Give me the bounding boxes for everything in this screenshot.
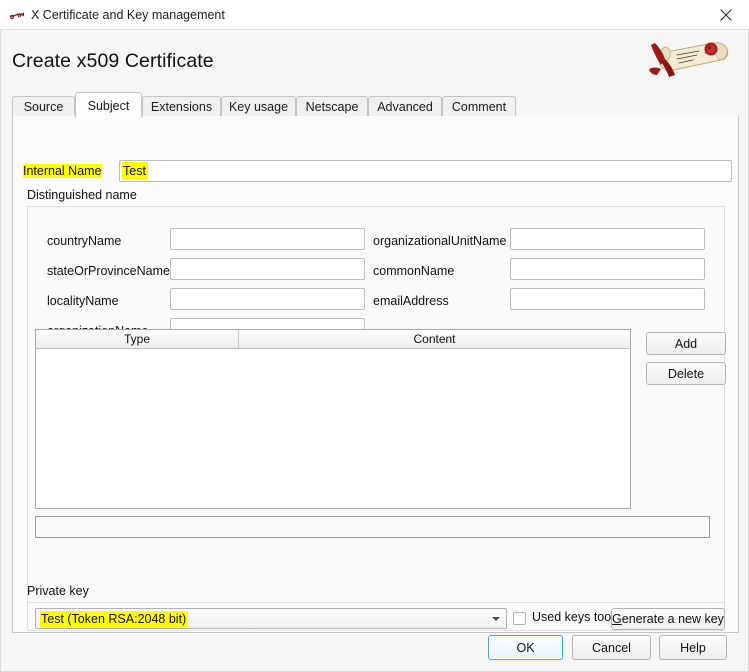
input-country-name[interactable] — [170, 228, 365, 250]
input-organizational-unit-name[interactable] — [510, 228, 705, 250]
tab-key-usage[interactable]: Key usage — [221, 96, 296, 117]
label-common-name: commonName — [373, 264, 455, 278]
private-key-title: Private key — [27, 584, 89, 598]
tab-extensions[interactable]: Extensions — [142, 96, 221, 117]
dialog-body: Create x509 Certificate Source Subject E… — [0, 30, 749, 672]
generate-key-mnemonic: G — [612, 612, 622, 626]
internal-name-row: Internal Name Test — [22, 160, 732, 182]
cancel-button[interactable]: Cancel — [572, 635, 651, 660]
used-keys-too-checkbox[interactable] — [513, 612, 526, 625]
tab-bar: Source Subject Extensions Key usage Nets… — [12, 92, 739, 118]
tab-netscape[interactable]: Netscape — [296, 96, 368, 117]
add-button[interactable]: Add — [646, 332, 726, 355]
title-bar: X Certificate and Key management — [0, 0, 749, 30]
label-locality-name: localityName — [47, 294, 119, 308]
input-common-name[interactable] — [510, 258, 705, 280]
ok-button[interactable]: OK — [488, 635, 563, 660]
input-email-address[interactable] — [510, 288, 705, 310]
page-title: Create x509 Certificate — [12, 50, 214, 72]
help-button[interactable]: Help — [659, 635, 727, 660]
distinguished-name-table: Type Content — [35, 329, 631, 509]
label-state-or-province-name: stateOrProvinceName — [47, 264, 170, 278]
input-locality-name[interactable] — [170, 288, 365, 310]
tab-advanced[interactable]: Advanced — [368, 96, 442, 117]
distinguished-name-extra-input[interactable] — [35, 516, 710, 538]
label-email-address: emailAddress — [373, 294, 449, 308]
internal-name-input[interactable] — [119, 160, 732, 182]
delete-button[interactable]: Delete — [646, 362, 726, 385]
window-title: X Certificate and Key management — [31, 8, 225, 22]
used-keys-too-label[interactable]: Used keys too — [532, 610, 611, 624]
tab-panel-subject: Internal Name Test Distinguished name co… — [12, 116, 739, 633]
label-country-name: countryName — [47, 234, 122, 248]
label-organizational-unit-name: organizationalUnitName — [373, 234, 507, 248]
tab-comment[interactable]: Comment — [442, 96, 516, 117]
certificate-scroll-logo — [643, 35, 739, 85]
xca-key-icon — [9, 7, 26, 24]
application-window: X Certificate and Key management Create … — [0, 0, 749, 672]
table-column-type[interactable]: Type — [36, 330, 239, 348]
generate-new-key-button[interactable]: Generate a new key — [611, 608, 725, 630]
table-column-content[interactable]: Content — [239, 330, 630, 348]
tab-source[interactable]: Source — [12, 96, 75, 117]
distinguished-name-title: Distinguished name — [27, 188, 137, 202]
generate-key-label-rest: enerate a new key — [621, 612, 724, 626]
close-icon[interactable] — [703, 0, 749, 29]
input-state-or-province-name[interactable] — [170, 258, 365, 280]
table-body[interactable] — [36, 349, 630, 508]
chevron-down-icon — [492, 617, 500, 621]
table-header-row: Type Content — [36, 330, 630, 349]
private-key-select[interactable]: Test (Token RSA:2048 bit) — [35, 608, 507, 629]
tab-subject[interactable]: Subject — [75, 92, 142, 118]
private-key-selected-value: Test (Token RSA:2048 bit) — [40, 611, 189, 627]
internal-name-label: Internal Name — [23, 164, 102, 178]
